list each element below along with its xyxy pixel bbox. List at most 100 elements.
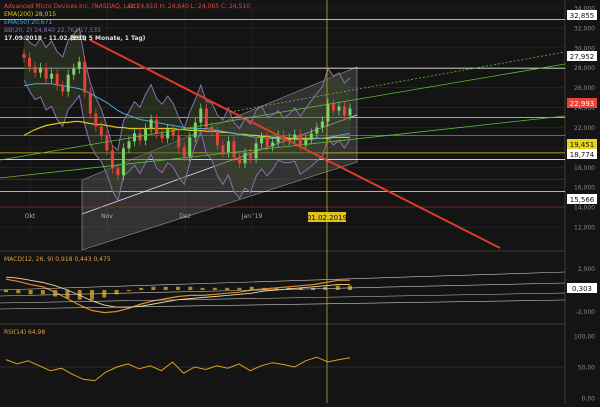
candle-body (44, 67, 48, 79)
candle-body (260, 137, 264, 144)
candle-body (94, 113, 98, 127)
macd-title: MACD(12, 26, 9) 0,918 0,443 0,475 (4, 256, 111, 263)
candle-body (315, 127, 319, 134)
macd-histogram-bar (151, 286, 156, 290)
candle-body (105, 135, 109, 151)
candle-body (199, 108, 203, 123)
price-tag-27952: 27,952 (570, 53, 595, 61)
candle-body (331, 103, 335, 111)
macd-histogram-bar (163, 286, 168, 290)
candle-body (50, 73, 54, 79)
candle-body (193, 122, 197, 138)
candle-body (232, 141, 236, 158)
macd-histogram-bar (139, 287, 144, 290)
candle-body (254, 143, 258, 159)
rsi-axis-label: 0,00 (582, 396, 596, 403)
candle-body (221, 145, 225, 153)
rsi-title: RSI(14) 64,98 (4, 329, 45, 336)
candle-body (144, 128, 148, 141)
candle-body (99, 126, 103, 136)
cursor-date: 01.02.2019 (307, 214, 347, 222)
candle-body (342, 106, 346, 116)
macd-tag: 0,303 (572, 285, 592, 293)
price-axis-label: 32,000 (574, 25, 595, 32)
candle-body (149, 119, 153, 129)
candle-body (243, 153, 247, 164)
candle-body (320, 121, 324, 128)
price-axis-label: 14,000 (574, 205, 595, 212)
macd-histogram-bar (126, 290, 131, 292)
legend-ema200: EMA(200) 28,015 (4, 11, 56, 18)
macd-axis-label: 2,000 (578, 266, 595, 273)
candle-body (28, 57, 32, 67)
candle-body (271, 142, 275, 147)
candle-body (293, 134, 297, 139)
candle-body (22, 53, 26, 58)
candle-body (182, 147, 186, 157)
candle-body (83, 61, 87, 93)
macd-histogram-bar (212, 287, 217, 290)
macd-histogram-bar (16, 290, 21, 294)
legend-ohlc: O: 24,610 H: 24,640 L: 24,065 C: 24,510 (128, 3, 250, 10)
macd-histogram-bar (40, 290, 45, 295)
candle-body (155, 119, 159, 134)
stock-chart[interactable]: 2,0000,000-2,000 100,0050,000,00 34,0003… (0, 0, 600, 403)
candle-body (66, 74, 70, 92)
candle-body (88, 92, 92, 114)
chart-canvas[interactable]: 2,0000,000-2,000 100,0050,000,00 34,0003… (0, 0, 600, 403)
candle-body (337, 106, 341, 111)
candle-body (210, 127, 214, 132)
candle-body (77, 61, 81, 69)
candle-body (160, 133, 164, 139)
candle-body (127, 141, 131, 149)
candle-body (348, 108, 352, 116)
candle-body (309, 133, 313, 140)
candle-body (61, 85, 65, 92)
legend-bollinger: BB(20, 2) 24,840 22,762 17,535 (4, 27, 101, 34)
price-tag-current: 22,993 (570, 100, 595, 108)
date-axis-label: Jan '19 (241, 213, 263, 220)
price-axis-label: 12,000 (574, 225, 595, 232)
macd-histogram-bar (90, 290, 94, 300)
legend-interval: (EST, 5 Monate, 1 Tag) (70, 35, 146, 42)
candle-body (215, 131, 219, 146)
candle-body (39, 67, 43, 73)
candle-body (226, 141, 230, 153)
candle-body (33, 66, 37, 73)
macd-histogram-bar (188, 286, 193, 290)
candle-body (55, 73, 59, 86)
macd-histogram-bar (28, 290, 33, 295)
date-axis-label: Okt (25, 213, 36, 220)
price-tag-32855: 32,855 (570, 12, 595, 20)
date-axis-label: Nov (101, 213, 113, 220)
candle-body (138, 133, 142, 141)
macd-histogram-bar (114, 290, 119, 295)
price-tag-18774: 18,774 (570, 151, 595, 159)
legend-instrument: Advanced Micro Devices Inc. (NASDAQ, Las… (4, 3, 138, 10)
candle-body (72, 68, 76, 75)
price-axis-label: 28,000 (574, 65, 595, 72)
legend-ema50: EMA(50) 20,671 (4, 19, 52, 26)
candle-body (237, 157, 241, 164)
candle-body (298, 134, 302, 146)
candle-body (121, 148, 125, 176)
candle-body (265, 137, 269, 147)
macd-axis-label: -2,000 (576, 309, 596, 316)
rsi-axis-label: 100,00 (574, 334, 595, 341)
price-tag-15566: 15,566 (570, 196, 595, 204)
macd-histogram-bar (225, 287, 230, 290)
date-axis-label: Dez (179, 213, 190, 220)
macd-histogram-bar (4, 290, 8, 293)
candle-body (177, 135, 181, 148)
macd-histogram-bar (200, 287, 205, 290)
candle-body (166, 129, 170, 139)
macd-histogram-bar (176, 286, 180, 290)
candle-body (249, 153, 253, 159)
candle-body (116, 168, 120, 176)
macd-histogram-bar (237, 287, 242, 290)
price-axis-label: 16,000 (574, 185, 595, 192)
candle-body (188, 137, 192, 157)
macd-histogram-bar (335, 285, 340, 290)
price-axis-label: 22,000 (574, 125, 595, 132)
rsi-axis-label: 50,00 (578, 365, 595, 372)
